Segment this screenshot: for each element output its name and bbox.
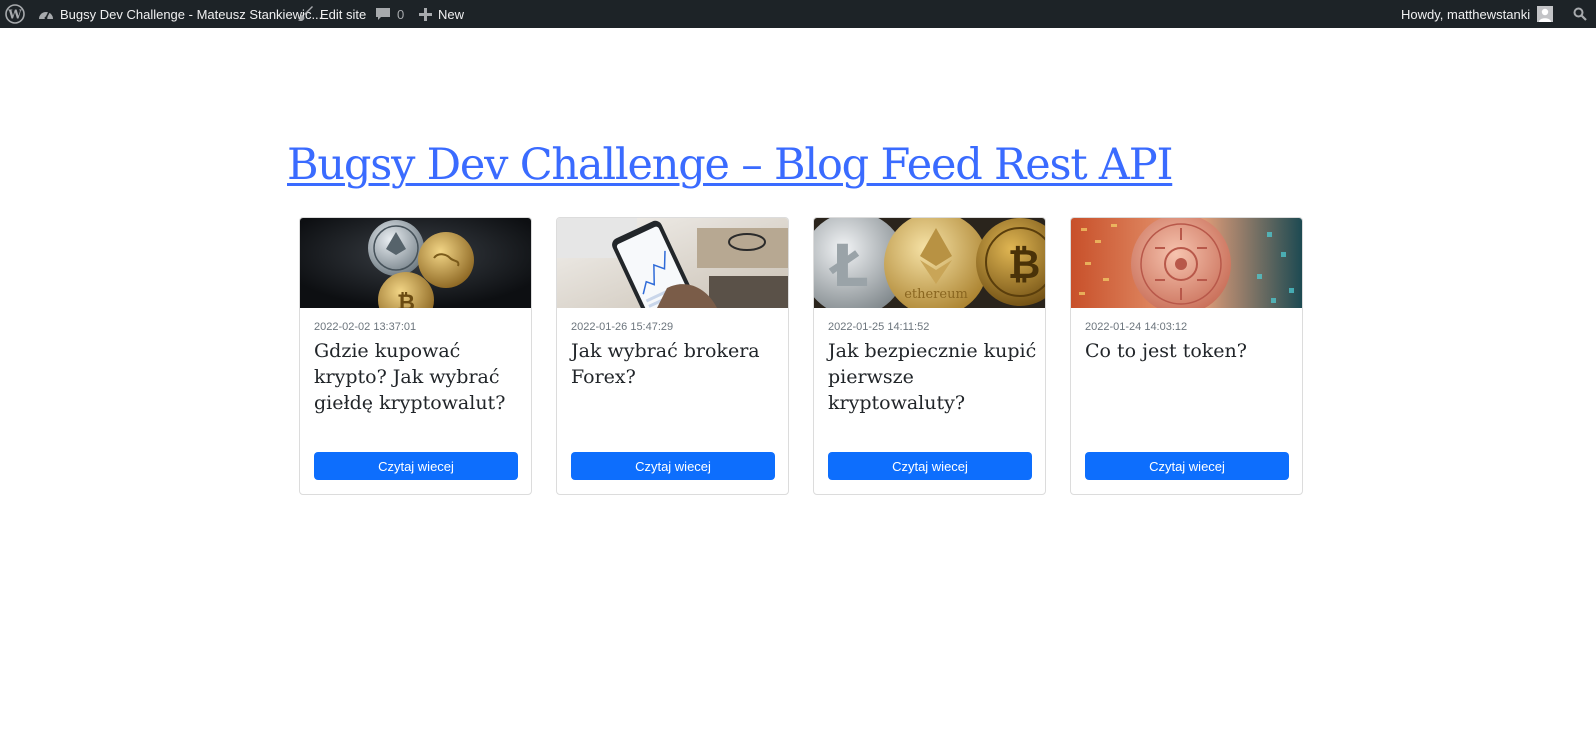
post-card: 2022-01-26 15:47:29 Jak wybrać brokera F… [556,217,789,495]
post-thumbnail[interactable]: ₿ [300,218,531,308]
post-title: Gdzie kupować krypto? Jak wybrać giełdę … [314,340,506,414]
edit-site-label: Edit site [320,6,367,22]
read-more-button[interactable]: Czytaj wiecej [1085,452,1289,480]
post-card: Ł ethereum ₿ 2022-01-25 14:11:52 Jak bez… [813,217,1046,495]
post-title: Co to jest token? [1085,340,1247,362]
post-date: 2022-02-02 13:37:01 [314,321,417,333]
smartphone-trading-chart-image [557,218,788,308]
read-more-button[interactable]: Czytaj wiecej [314,452,518,480]
search-icon [1573,7,1587,21]
admin-bar: W Bugsy Dev Challenge - Mateusz Stankiew… [0,0,1596,28]
comments-link[interactable]: 0 [375,0,404,28]
post-date: 2022-01-25 14:11:52 [828,321,930,333]
post-card: 2022-01-24 14:03:12 Co to jest token? Cz… [1070,217,1303,495]
post-thumbnail[interactable] [1071,218,1302,308]
comment-icon [375,7,391,22]
plus-icon [419,7,432,21]
post-card: ₿ 2022-02-02 13:37:01 Gdzie kupować kryp… [299,217,532,495]
new-content-menu[interactable]: New [419,0,464,28]
site-name-label: Bugsy Dev Challenge - Mateusz Stankiewic… [60,6,323,22]
post-thumbnail[interactable]: Ł ethereum ₿ [814,218,1045,308]
page-title-link[interactable]: Bugsy Dev Challenge – Blog Feed Rest API [287,140,1173,190]
post-title: Jak wybrać brokera Forex? [571,340,760,388]
digital-token-circuit-image [1071,218,1302,308]
dashboard-icon [38,7,54,21]
crypto-coins-gold-image: Ł ethereum ₿ [814,218,1045,308]
post-date: 2022-01-24 14:03:12 [1085,321,1188,333]
greeting-label: Howdy, matthewstanki [1401,6,1531,22]
brush-icon [298,6,314,22]
svg-text:W: W [7,8,22,22]
wordpress-logo-icon: W [5,4,25,24]
wp-logo-menu[interactable]: W [5,0,31,28]
svg-text:₿: ₿ [397,291,415,308]
site-name-menu[interactable]: Bugsy Dev Challenge - Mateusz Stankiewic… [38,0,322,28]
page-title: Bugsy Dev Challenge – Blog Feed Rest API [287,136,1173,194]
read-more-button[interactable]: Czytaj wiecej [571,452,775,480]
read-more-button[interactable]: Czytaj wiecej [828,452,1032,480]
post-date: 2022-01-26 15:47:29 [571,321,674,333]
comment-count: 0 [397,6,405,22]
search-toggle[interactable] [1573,0,1593,28]
svg-text:Ł: Ł [828,232,868,300]
svg-text:ethereum: ethereum [904,287,968,302]
svg-text:₿: ₿ [1008,242,1041,288]
post-thumbnail[interactable] [557,218,788,308]
post-title: Jak bezpiecznie kupić pierwsze kryptowal… [828,340,1037,414]
my-account-menu[interactable]: Howdy, matthewstanki [1401,0,1554,28]
new-label: New [438,6,465,22]
edit-site-link[interactable]: Edit site [298,0,366,28]
avatar [1537,6,1554,22]
crypto-coins-dark-image: ₿ [300,218,531,308]
